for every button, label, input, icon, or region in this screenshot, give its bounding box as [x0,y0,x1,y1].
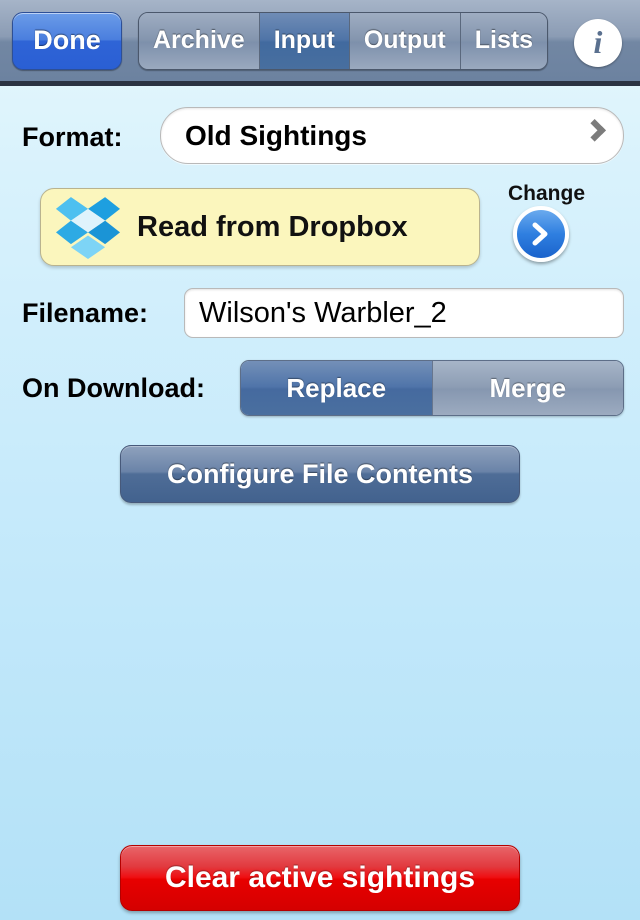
chevron-right-icon [583,118,606,142]
tab-output[interactable]: Output [349,12,461,69]
toolbar-tab-group: Archive Input Output Lists [138,11,549,70]
on-download-option-merge[interactable]: Merge [432,361,623,415]
format-value: Old Sightings [185,119,367,151]
filename-input[interactable] [199,296,623,330]
format-select[interactable]: Old Sightings [160,107,624,164]
clear-active-sightings-button[interactable]: Clear active sightings [120,845,520,911]
tab-input[interactable]: Input [259,12,350,69]
dropbox-icon [56,197,120,259]
on-download-label: On Download: [22,373,205,403]
info-glyph: i [593,24,603,60]
on-download-segmented-control: Replace Merge [240,360,624,416]
top-toolbar: Done Archive Input Output Lists i [0,0,640,86]
configure-file-contents-button[interactable]: Configure File Contents [120,445,520,503]
change-label: Change [508,182,586,205]
tab-archive[interactable]: Archive [139,12,260,69]
read-from-dropbox-button[interactable]: Read from Dropbox [40,188,480,266]
app-root: Done Archive Input Output Lists i Format… [0,0,640,920]
dropbox-action-label: Read from Dropbox [137,210,408,243]
filename-field[interactable] [184,288,624,338]
chevron-right-circle-icon [532,222,548,246]
change-dropbox-button[interactable] [513,206,569,262]
on-download-option-replace[interactable]: Replace [241,361,433,415]
format-label: Format: [22,122,123,152]
done-button[interactable]: Done [12,11,122,70]
tab-lists[interactable]: Lists [460,12,548,69]
info-icon[interactable]: i [574,19,622,67]
filename-label: Filename: [22,298,149,328]
